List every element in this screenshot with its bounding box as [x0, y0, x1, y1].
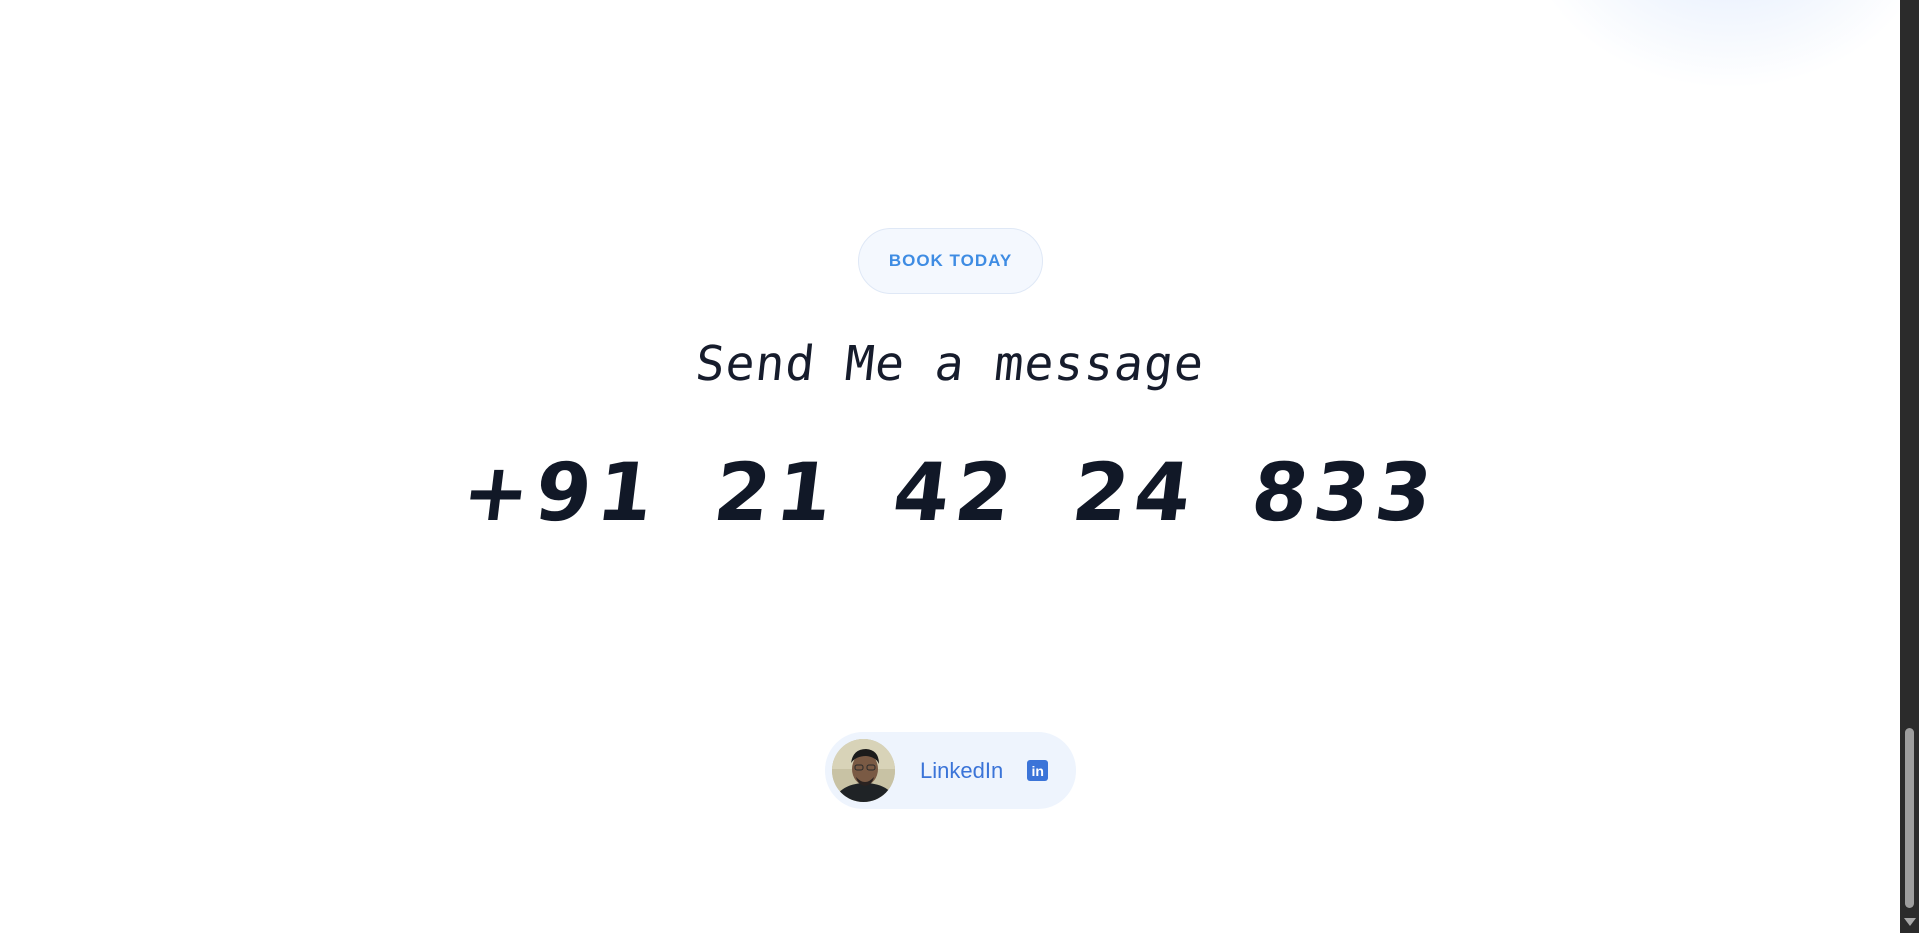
linkedin-link[interactable]: LinkedIn in — [825, 732, 1076, 809]
scroll-down-arrow-icon[interactable] — [1904, 918, 1916, 926]
page-viewport: BOOK TODAY Send Me a message +91 21 42 2… — [0, 0, 1900, 933]
avatar — [832, 739, 895, 802]
contact-section: BOOK TODAY Send Me a message +91 21 42 2… — [0, 0, 1900, 933]
linkedin-icon-glyph: in — [1031, 763, 1044, 779]
linkedin-label: LinkedIn — [920, 757, 1004, 783]
avatar-image — [832, 739, 895, 802]
scrollbar-thumb[interactable] — [1905, 728, 1914, 908]
book-today-button[interactable]: BOOK TODAY — [858, 228, 1043, 294]
phone-number[interactable]: +91 21 42 24 833 — [0, 446, 1900, 539]
vertical-scrollbar[interactable] — [1900, 0, 1919, 933]
linkedin-icon: in — [1027, 760, 1049, 781]
contact-heading: Send Me a message — [692, 336, 1208, 392]
